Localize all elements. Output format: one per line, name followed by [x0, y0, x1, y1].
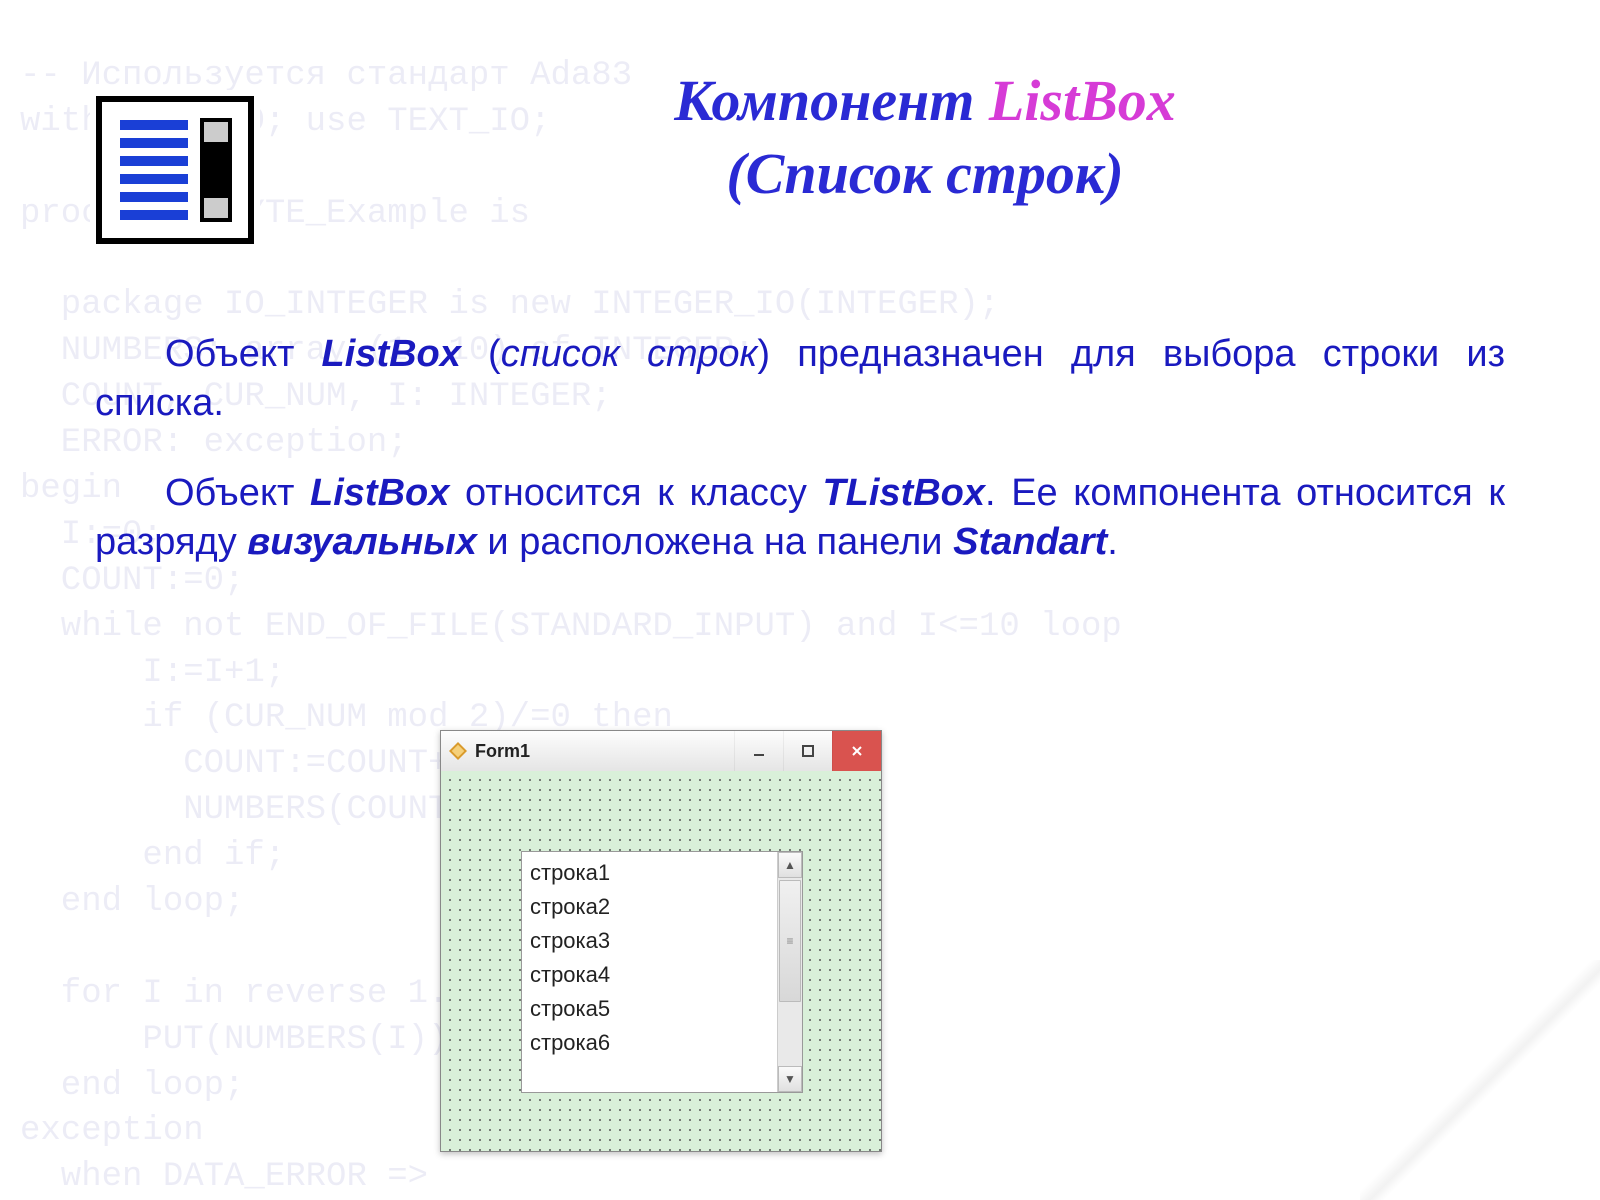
text: Объект [165, 333, 322, 375]
text: Объект [165, 472, 310, 514]
paragraph-1: Объект ListBox (список строк) предназнач… [95, 330, 1505, 429]
list-item[interactable]: строка4 [530, 958, 769, 992]
scroll-up-icon[interactable]: ▲ [778, 852, 802, 878]
form1-window: Form1 строка1 строка2 строка3 строка4 ст… [440, 730, 882, 1152]
maximize-button[interactable] [783, 731, 832, 771]
bold-visual: визуальных [247, 521, 477, 563]
scroll-down-icon[interactable]: ▼ [778, 1066, 802, 1092]
bold-listbox: ListBox [322, 333, 461, 375]
list-item[interactable]: строка5 [530, 992, 769, 1026]
body-text: Объект ListBox (список строк) предназнач… [95, 330, 1505, 608]
list-item[interactable]: строка2 [530, 890, 769, 924]
list-item[interactable]: строка1 [530, 856, 769, 890]
scroll-thumb[interactable] [779, 880, 801, 1002]
paragraph-2: Объект ListBox относится к классу TListB… [95, 469, 1505, 568]
listbox-scrollbar[interactable]: ▲ ▼ [777, 852, 802, 1092]
list-item[interactable]: строка3 [530, 924, 769, 958]
form1-client-area: строка1 строка2 строка3 строка4 строка5 … [441, 771, 881, 1151]
text: относится к классу [449, 472, 822, 514]
bold-tlistbox: TListBox [822, 472, 985, 514]
list-item[interactable]: строка6 [530, 1026, 769, 1060]
listbox-component-icon [90, 90, 260, 250]
italic-text: список строк [501, 333, 758, 375]
minimize-button[interactable] [734, 731, 783, 771]
close-button[interactable] [832, 731, 881, 771]
listbox-control[interactable]: строка1 строка2 строка3 строка4 строка5 … [521, 851, 803, 1093]
form1-titlebar[interactable]: Form1 [441, 731, 881, 772]
title-prefix: Компонент [674, 68, 989, 133]
slide-title: Компонент ListBox (Список строк) [330, 65, 1520, 210]
text: . [1107, 521, 1118, 563]
bold-listbox: ListBox [310, 472, 449, 514]
title-subtitle: (Список строк) [330, 138, 1520, 211]
page-corner-fold [1360, 960, 1600, 1200]
title-highlight: ListBox [989, 68, 1176, 133]
bold-standart: Standart [953, 521, 1107, 563]
delphi-icon [449, 742, 467, 760]
listbox-items[interactable]: строка1 строка2 строка3 строка4 строка5 … [522, 852, 777, 1092]
text: ( [461, 333, 501, 375]
text: и расположена на панели [477, 521, 953, 563]
form1-title: Form1 [475, 741, 530, 762]
